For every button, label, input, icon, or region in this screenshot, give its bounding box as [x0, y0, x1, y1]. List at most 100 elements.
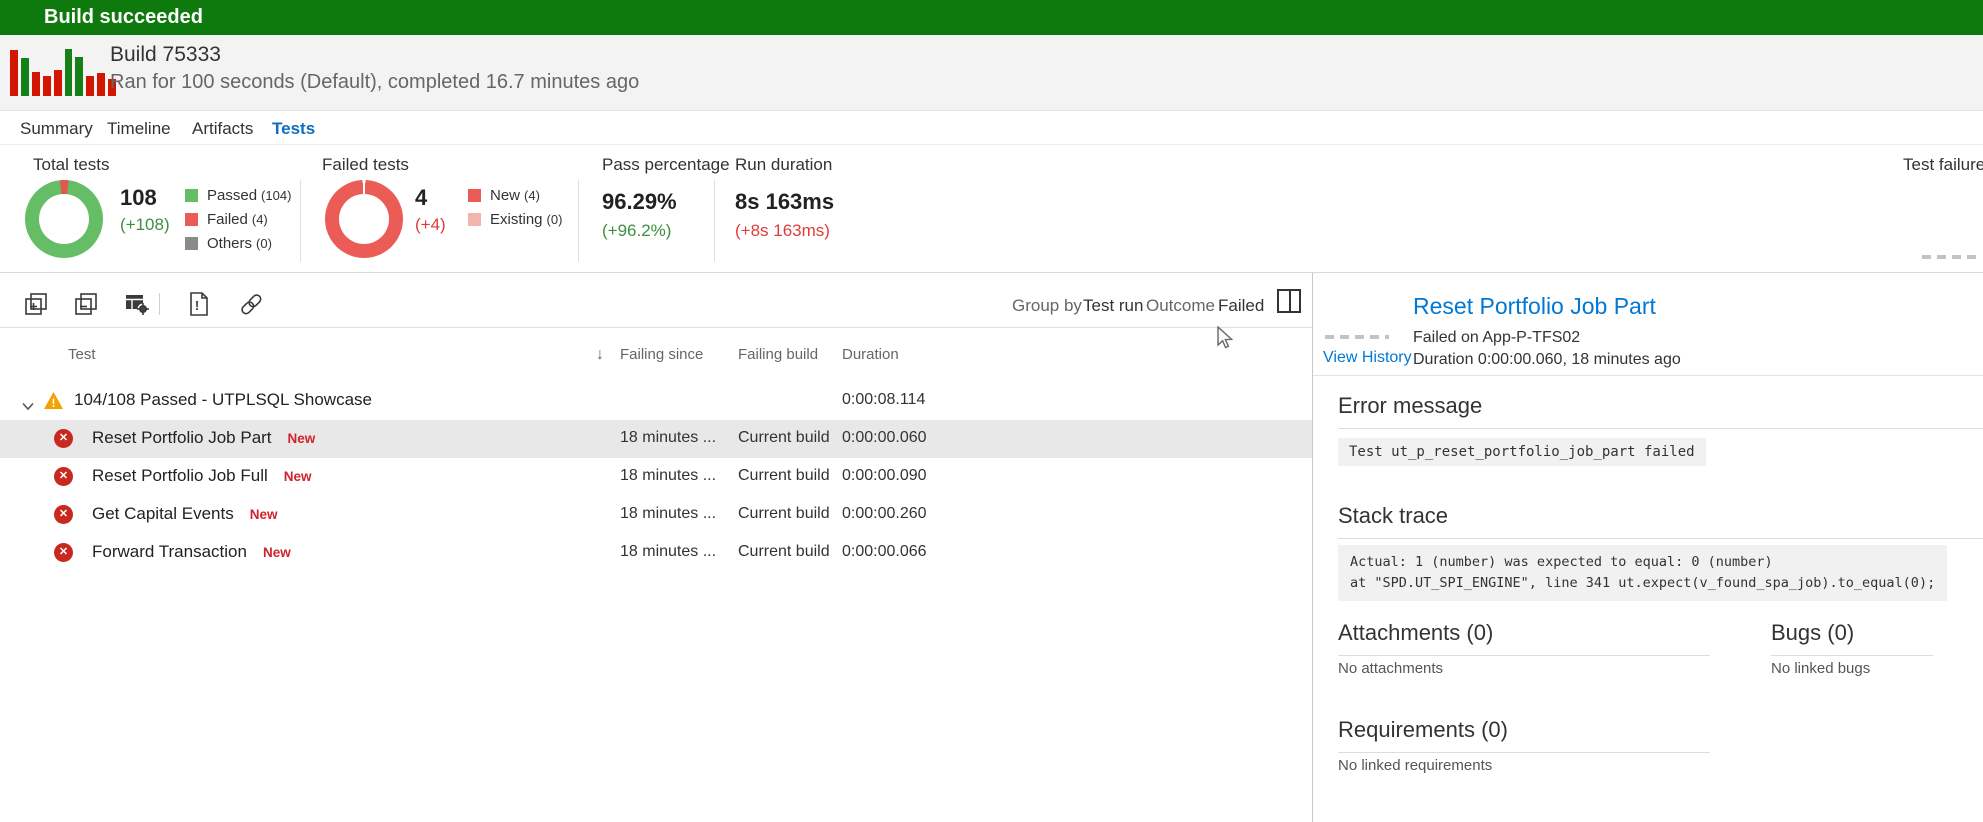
failed-tests-value: 4	[415, 185, 427, 211]
failed-tests-delta: (+4)	[415, 215, 446, 235]
failed-icon: ✕	[54, 429, 73, 448]
group-by-value[interactable]: Test run	[1083, 296, 1143, 316]
requirements-heading: Requirements (0)	[1338, 717, 1710, 753]
total-tests-legend: Passed(104) Failed(4) Others(0)	[185, 183, 291, 255]
failing-since-cell: 18 minutes ...	[620, 543, 716, 561]
group-row[interactable]: ! 104/108 Passed - UTPLSQL Showcase 0:00…	[0, 382, 1312, 420]
new-swatch	[468, 189, 481, 202]
failed-tests-label: Failed tests	[322, 155, 409, 175]
failed-icon: ✕	[54, 505, 73, 524]
pass-percentage-value: 96.29%	[602, 189, 677, 215]
history-sparkline-placeholder	[1325, 335, 1389, 339]
test-row[interactable]: ✕ Get Capital Events New 18 minutes ... C…	[0, 496, 1312, 534]
test-name: Forward Transaction	[92, 542, 247, 561]
failing-since-cell: 18 minutes ...	[620, 505, 716, 523]
column-options-icon[interactable]	[124, 291, 150, 317]
stack-trace-text: Actual: 1 (number) was expected to equal…	[1338, 545, 1947, 601]
build-subtitle: Ran for 100 seconds (Default), completed…	[110, 71, 639, 94]
build-status-banner: Build succeeded	[0, 0, 1983, 35]
total-tests-delta: (+108)	[120, 215, 170, 235]
legend-item-others: Others(0)	[185, 231, 291, 255]
failing-since-cell: 18 minutes ...	[620, 429, 716, 447]
existing-swatch	[468, 213, 481, 226]
build-status-text: Build succeeded	[44, 6, 203, 29]
view-history-link[interactable]: View History	[1323, 349, 1412, 367]
group-row-duration: 0:00:08.114	[842, 391, 925, 409]
failed-tests-legend: New(4) Existing(0)	[468, 183, 562, 231]
new-badge: New	[250, 507, 278, 522]
build-title: Build 75333	[110, 43, 221, 67]
detail-failed-on: Failed on App-P-TFS02	[1413, 329, 1580, 347]
toolbar-divider	[159, 293, 160, 315]
divider	[300, 180, 301, 262]
legend-item-existing: Existing(0)	[468, 207, 562, 231]
outcome-value[interactable]: Failed	[1218, 296, 1264, 316]
detail-duration-line: Duration 0:00:00.060, 18 minutes ago	[1413, 351, 1681, 369]
tab-artifacts[interactable]: Artifacts	[192, 119, 253, 139]
test-name: Reset Portfolio Job Part	[92, 428, 272, 447]
tab-summary[interactable]: Summary	[20, 119, 93, 139]
test-row[interactable]: ✕ Reset Portfolio Job FullNew 18 minutes…	[0, 458, 1312, 496]
test-row[interactable]: ✕ Reset Portfolio Job Part New 18 minutes…	[0, 420, 1312, 458]
test-results-pane: ! Group by Test run Outcome Failed Test …	[0, 273, 1312, 822]
test-summary-strip: Total tests 108 (+108) Passed(104) Faile…	[0, 145, 1983, 273]
group-row-title: 104/108 Passed - UTPLSQL Showcase	[74, 390, 372, 410]
run-duration-label: Run duration	[735, 155, 832, 175]
chevron-down-icon[interactable]	[22, 396, 34, 405]
bugs-heading: Bugs (0)	[1771, 620, 1933, 656]
failed-swatch	[185, 213, 198, 226]
outcome-label: Outcome	[1146, 296, 1215, 316]
new-badge: New	[263, 545, 291, 560]
passed-swatch	[185, 189, 198, 202]
sort-descending-icon[interactable]: ↓	[596, 346, 604, 364]
test-detail-panel: Reset Portfolio Job Part View History Fa…	[1312, 273, 1983, 822]
test-name: Get Capital Events	[92, 504, 234, 523]
attachments-heading: Attachments (0)	[1338, 620, 1710, 656]
error-details-icon[interactable]: !	[186, 291, 212, 317]
duration-cell: 0:00:00.060	[842, 429, 927, 447]
tab-tests[interactable]: Tests	[272, 119, 315, 139]
total-tests-label: Total tests	[33, 155, 110, 175]
error-message-heading: Error message	[1338, 393, 1983, 429]
stack-trace-heading: Stack trace	[1338, 503, 1983, 539]
trend-sparkline-placeholder	[1922, 255, 1980, 259]
failing-build-cell: Current build	[738, 543, 830, 561]
divider	[1313, 375, 1983, 376]
duration-cell: 0:00:00.260	[842, 505, 927, 523]
split-view-icon[interactable]	[1277, 289, 1301, 313]
attachments-empty-text: No attachments	[1338, 660, 1443, 677]
bugs-empty-text: No linked bugs	[1771, 660, 1870, 677]
failed-icon: ✕	[54, 467, 73, 486]
tab-timeline[interactable]: Timeline	[107, 119, 171, 139]
expand-all-icon[interactable]	[23, 291, 49, 317]
svg-text:!: !	[195, 298, 199, 313]
column-header-failing-since[interactable]: Failing since	[620, 346, 703, 363]
results-grid-header: Test ↓ Failing since Failing build Durat…	[0, 330, 1312, 376]
link-icon[interactable]	[238, 291, 264, 317]
column-header-test[interactable]: Test	[68, 346, 96, 363]
run-duration-value: 8s 163ms	[735, 189, 834, 215]
warning-icon: !	[44, 392, 63, 409]
run-duration-delta: (+8s 163ms)	[735, 221, 830, 241]
build-header: Build 75333 Ran for 100 seconds (Default…	[0, 35, 1983, 111]
others-swatch	[185, 237, 198, 250]
tab-bar: Summary Timeline Artifacts Tests	[0, 112, 1983, 145]
pass-percentage-delta: (+96.2%)	[602, 221, 671, 241]
results-toolbar: ! Group by Test run Outcome Failed	[0, 273, 1312, 328]
requirements-empty-text: No linked requirements	[1338, 757, 1492, 774]
duration-cell: 0:00:00.066	[842, 543, 927, 561]
detail-test-title: Reset Portfolio Job Part	[1413, 293, 1656, 320]
legend-item-new: New(4)	[468, 183, 562, 207]
column-header-failing-build[interactable]: Failing build	[738, 346, 818, 363]
results-rows: ! 104/108 Passed - UTPLSQL Showcase 0:00…	[0, 382, 1312, 572]
failing-build-cell: Current build	[738, 429, 830, 447]
failing-build-cell: Current build	[738, 505, 830, 523]
divider	[714, 180, 715, 262]
column-header-duration[interactable]: Duration	[842, 346, 899, 363]
failed-tests-donut	[325, 180, 403, 258]
mouse-cursor	[1216, 326, 1236, 355]
test-row[interactable]: ✕ Forward TransactionNew 18 minutes ... …	[0, 534, 1312, 572]
collapse-all-icon[interactable]	[73, 291, 99, 317]
new-badge: New	[284, 469, 312, 484]
new-badge: New	[288, 431, 316, 446]
